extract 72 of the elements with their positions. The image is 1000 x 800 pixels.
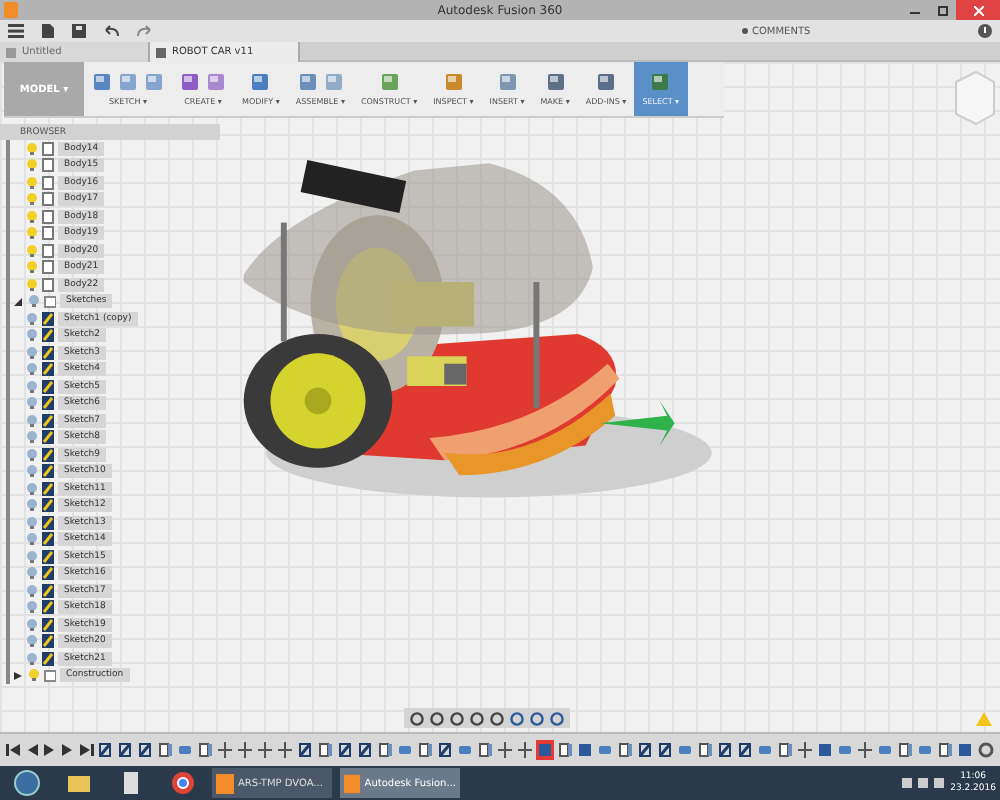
lightbulb-on-icon[interactable] [26,226,38,241]
lightbulb-on-icon[interactable] [26,175,38,190]
lightbulb-off-icon[interactable] [26,583,38,598]
lightbulb-on-icon[interactable] [26,158,38,173]
lightbulb-on-icon[interactable] [26,277,38,292]
lightbulb-on-icon[interactable] [26,192,38,207]
step-forward-icon[interactable] [60,742,76,758]
sketch-feature-icon[interactable] [116,740,134,760]
sketch-feature-icon[interactable] [736,740,754,760]
body-feature-icon[interactable] [376,740,394,760]
skip-start-icon[interactable] [6,742,22,758]
body-feature-icon[interactable] [556,740,574,760]
lightbulb-off-icon[interactable] [26,464,38,479]
lightbulb-off-icon[interactable] [26,430,38,445]
lightbulb-off-icon[interactable] [26,600,38,615]
body-feature-icon[interactable] [896,740,914,760]
close-button[interactable] [956,0,1000,20]
body-feature-icon[interactable] [476,740,494,760]
lightbulb-off-icon[interactable] [26,651,38,666]
lightbulb-off-icon[interactable] [26,498,38,513]
lightbulb-off-icon[interactable] [26,566,38,581]
menu-icon[interactable] [8,24,24,38]
dot-icon [742,28,748,34]
lightbulb-off-icon[interactable] [26,617,38,632]
close-icon [973,5,983,15]
sketch-feature-icon[interactable] [436,740,454,760]
lightbulb-on-icon[interactable] [26,141,38,156]
sketch-feature-icon[interactable] [656,740,674,760]
skip-end-icon[interactable] [78,742,94,758]
sketch-feature-icon[interactable] [716,740,734,760]
redo-icon[interactable] [136,24,154,38]
lightbulb-off-icon[interactable] [26,311,38,326]
lightbulb-off-icon[interactable] [26,396,38,411]
sketch-feature-icon[interactable] [356,740,374,760]
maximize-icon [937,5,947,15]
body-feature-icon[interactable] [316,740,334,760]
sketch-feature-icon[interactable] [296,740,314,760]
collapse-arrow[interactable] [14,297,24,306]
body-feature-icon[interactable] [936,740,954,760]
body-feature-icon[interactable] [416,740,434,760]
lightbulb-off-icon[interactable] [26,634,38,649]
lightbulb-off-icon[interactable] [26,481,38,496]
play-icon[interactable] [42,742,58,758]
lightbulb-on-icon[interactable] [26,260,38,275]
lightbulb-on-icon[interactable] [26,243,38,258]
lightbulb-off-icon[interactable] [26,532,38,547]
body-feature-icon[interactable] [696,740,714,760]
lightbulb-off-icon[interactable] [26,362,38,377]
lightbulb-off-icon[interactable] [26,413,38,428]
body-feature-icon[interactable] [616,740,634,760]
lightbulb-off-icon[interactable] [26,549,38,564]
sketch-feature-icon[interactable] [336,740,354,760]
lightbulb-on-icon[interactable] [28,668,40,683]
sketch-feature-icon[interactable] [96,740,114,760]
lightbulb-off-icon[interactable] [28,294,40,309]
body-feature-icon[interactable] [156,740,174,760]
file-icon[interactable] [40,24,56,38]
save-icon[interactable] [72,24,86,38]
sketch-feature-icon[interactable] [136,740,154,760]
body-feature-icon[interactable] [196,740,214,760]
lightbulb-off-icon[interactable] [26,515,38,530]
lightbulb-on-icon[interactable] [26,209,38,224]
sketch-feature-icon[interactable] [636,740,654,760]
lightbulb-off-icon[interactable] [26,328,38,343]
help-icon[interactable] [978,24,992,38]
lightbulb-off-icon[interactable] [26,447,38,462]
step-back-icon[interactable] [24,742,40,758]
body-feature-icon[interactable] [776,740,794,760]
undo-icon[interactable] [102,24,120,38]
lightbulb-off-icon[interactable] [26,379,38,394]
lightbulb-off-icon[interactable] [26,345,38,360]
expand-arrow[interactable] [14,671,24,680]
